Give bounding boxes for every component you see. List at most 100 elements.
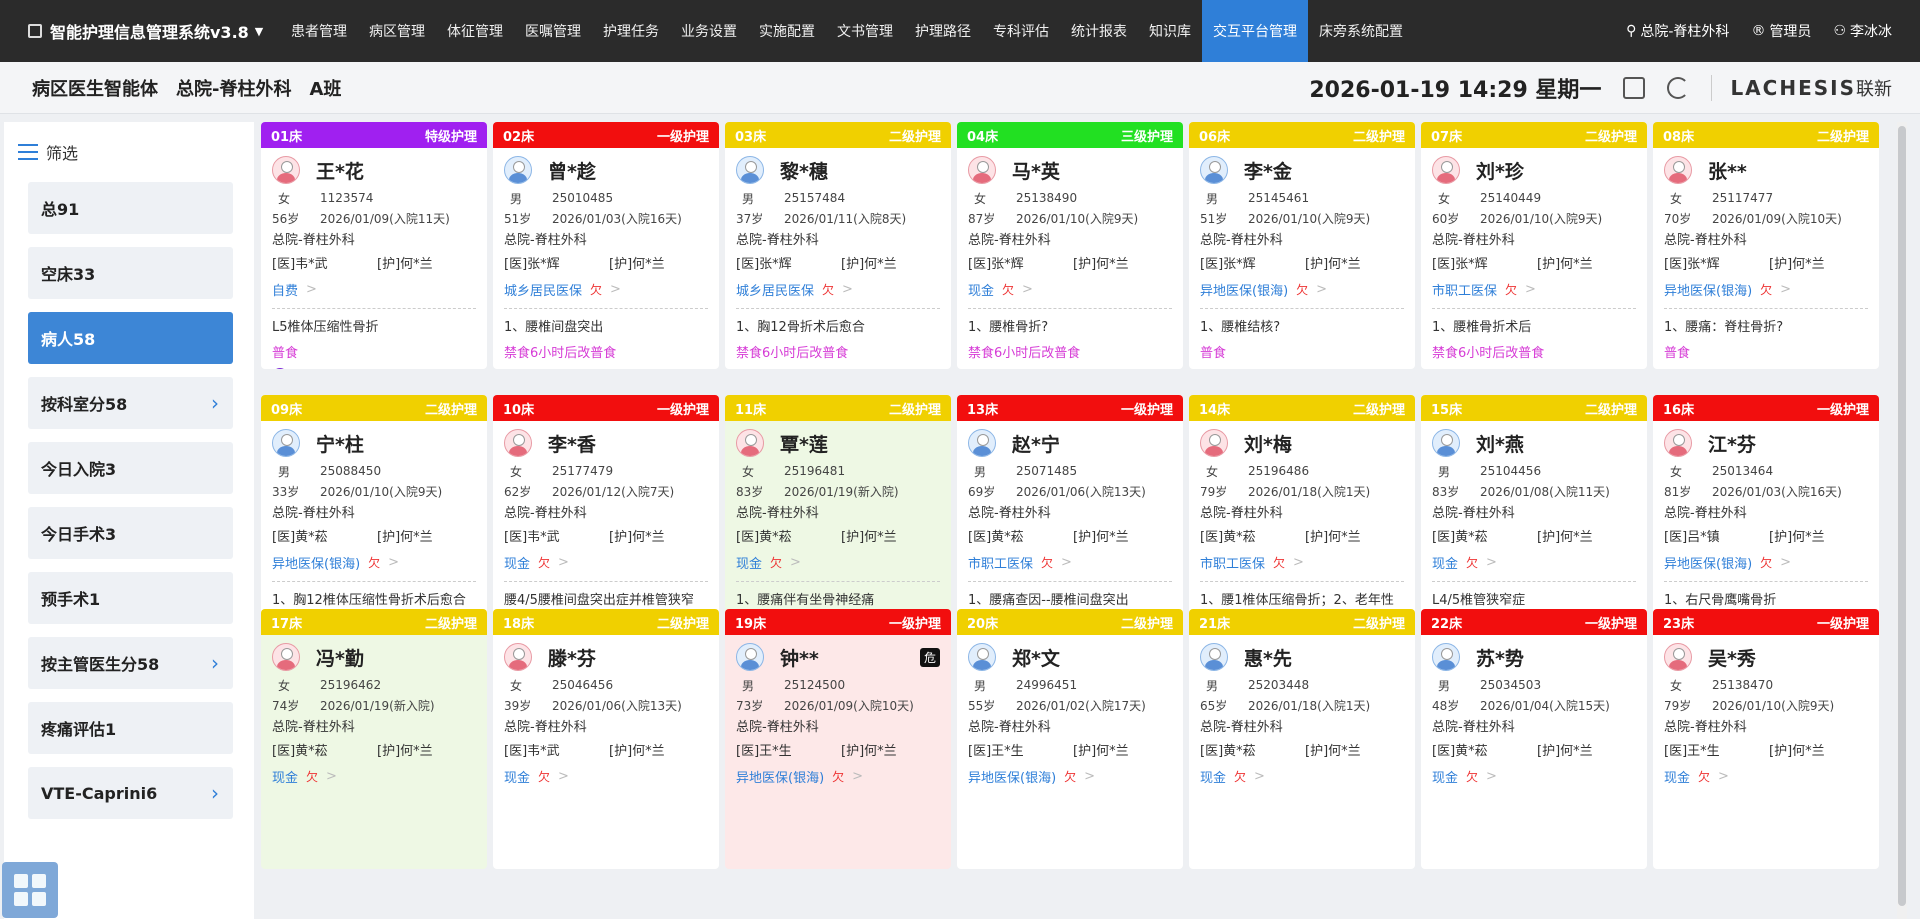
menu-item[interactable]: 床旁系统配置 [1308,0,1414,62]
sidebar-filter-item[interactable]: 今日手术3 [28,507,233,559]
user-menu[interactable]: ⚇ 李冰冰 [1833,21,1892,41]
scrollbar[interactable] [1897,122,1907,919]
bed-card[interactable]: 20床 二级护理 郑*文男 24996451 55岁 2026/01/02(入院17天) 总… [957,609,1183,869]
app-switcher[interactable]: 智能护理信息管理系统v3.8 ▼ [0,19,280,43]
menu-item[interactable]: 业务设置 [670,0,748,62]
insurance-type[interactable]: 自费 > [272,276,476,302]
sidebar-filter-item[interactable]: 总91 [28,182,233,234]
menu-item[interactable]: 体征管理 [436,0,514,62]
sidebar-filter-item[interactable]: 按主管医生分58 › [28,637,233,689]
menu-item[interactable]: 病区管理 [358,0,436,62]
insurance-type[interactable]: 异地医保(银海) 欠 > [1200,276,1404,302]
settings-icon[interactable] [1623,76,1646,99]
menu-item[interactable]: 患者管理 [280,0,358,62]
bed-card[interactable]: 07床 二级护理 刘*珍女 25140449 60岁 2026/01/10(入院9天) 总院… [1421,122,1647,369]
insurance-type[interactable]: 市职工医保欠 > [1200,549,1404,575]
patient-name: 覃*莲 [780,433,828,456]
bed-card[interactable]: 08床 二级护理 张** 女 25117477 70岁 2026/01/09(入院10天) 总… [1653,122,1879,369]
scrollbar-thumb[interactable] [1898,126,1906,906]
insurance-type[interactable]: 现金欠 > [504,763,708,789]
sidebar-filter-item[interactable]: 疼痛评估1 [28,702,233,754]
responsible-nurse: [护]何*兰 [1537,744,1593,759]
bed-card[interactable]: 06床 二级护理 李*金男 25145461 51岁 2026/01/10(入院9天) 总院… [1189,122,1415,369]
insurance-type[interactable]: 异地医保(银海) 欠 > [1664,549,1868,575]
bed-number: 19床 [735,616,767,632]
insurance-type[interactable]: 现金欠 > [272,763,476,789]
bed-card[interactable]: 19床 一级护理 钟** 危男 25124500 73岁 2026/01/09(入院10天)… [725,609,951,869]
menu-item[interactable]: 知识库 [1138,0,1202,62]
admit-date: 2026/01/19(新入院) [784,484,899,499]
sidebar-filter-item[interactable]: 病人58 [28,312,233,364]
responsible-nurse: [护]何*兰 [1769,530,1825,545]
avatar [1664,643,1692,671]
insurance-type[interactable]: 市职工医保欠 > [1432,276,1636,302]
divider [272,581,476,582]
divider [504,581,708,582]
menu-item[interactable]: 专科评估 [982,0,1060,62]
bed-card[interactable]: 16床 一级护理 江*芬女 25013464 81岁 2026/01/03(入院16天) 总… [1653,395,1879,622]
role-selector[interactable]: ® 管理员 [1751,21,1811,41]
insurance-type[interactable]: 异地医保(银海) 欠 > [968,763,1172,789]
insurance-type[interactable]: 市职工医保欠 > [968,549,1172,575]
bed-card[interactable]: 02床 一级护理 曾*趁男 25010485 51岁 2026/01/03(入院16天) 总… [493,122,719,369]
sidebar-filter-item[interactable]: 预手术1 [28,572,233,624]
bed-card[interactable]: 03床 二级护理 黎*穗男 25157484 37岁 2026/01/11(入院8天) 总院… [725,122,951,369]
attending-doctor: [医]黄*菘 [272,530,328,545]
bed-card[interactable]: 01床 特级护理 王*花女 1123574 56岁 2026/01/09(入院11天) 总院… [261,122,487,369]
menu-item[interactable]: 交互平台管理 [1202,0,1308,62]
bed-card[interactable]: 18床 二级护理 滕*芬女 25046456 39岁 2026/01/06(入院13天) 总… [493,609,719,869]
insurance-type[interactable]: 现金欠 > [1432,763,1636,789]
sidebar-filter-item[interactable]: 今日入院3 [28,442,233,494]
dept-title: 总院-脊柱外科 [176,78,292,100]
sidebar-filter-item[interactable]: 空床33 [28,247,233,299]
nursing-level: 二级护理 [656,616,709,632]
patient-name: 赵*宁 [1012,433,1060,456]
insurance-type[interactable]: 城乡居民医保欠 > [504,276,708,302]
menu-item[interactable]: 文书管理 [826,0,904,62]
bed-card[interactable]: 11床 二级护理 覃*莲女 25196481 83岁 2026/01/19(新入院) 总院-… [725,395,951,622]
menu-item[interactable]: 实施配置 [748,0,826,62]
bed-card[interactable]: 15床 二级护理 刘*燕男 25104456 83岁 2026/01/08(入院11天) 总… [1421,395,1647,622]
patient-name-row: 张** [1664,152,1868,188]
sidebar-filter-item[interactable]: 按科室分58 › [28,377,233,429]
bed-card[interactable]: 22床 一级护理 苏*势男 25034503 48岁 2026/01/04(入院15天) 总… [1421,609,1647,869]
menu-item[interactable]: 医嘱管理 [514,0,592,62]
nursing-level: 二级护理 [1816,129,1869,145]
insurance-type[interactable]: 异地医保(银海) 欠 > [272,549,476,575]
ward-selector[interactable]: ⚲ 总院-脊柱外科 [1626,21,1729,41]
insurance-type[interactable]: 现金欠 > [504,549,708,575]
menu-item[interactable]: 护理任务 [592,0,670,62]
brand-name: LACHESIS [1730,75,1856,100]
menu-item[interactable]: 护理路径 [904,0,982,62]
insurance-type[interactable]: 现金欠 > [1200,763,1404,789]
bed-card[interactable]: 04床 三级护理 马*英女 25138490 87岁 2026/01/10(入院9天) 总院… [957,122,1183,369]
bed-card[interactable]: 23床 一级护理 吴*秀女 25138470 79岁 2026/01/10(入院9天) 总院… [1653,609,1879,869]
patient-gender: 女 [278,678,291,693]
patient-age: 56岁 [272,211,300,226]
bed-card[interactable]: 09床 二级护理 宁*柱男 25088450 33岁 2026/01/10(入院9天) 总院… [261,395,487,622]
refresh-icon[interactable] [1667,76,1690,99]
bed-card[interactable]: 10床 一级护理 李*香女 25177479 62岁 2026/01/12(入院7天) 总院… [493,395,719,622]
chevron-right-icon: > [1780,554,1792,570]
menu-item[interactable]: 统计报表 [1060,0,1138,62]
bed-card[interactable]: 21床 二级护理 惠*先男 25203448 65岁 2026/01/18(入院1天) 总院… [1189,609,1415,869]
sidebar-filter-label: 按科室分58 [41,395,128,414]
insurance-type[interactable]: 现金欠 > [1664,763,1868,789]
responsible-nurse: [护]何*兰 [841,530,897,545]
bed-card-header: 03床 二级护理 [725,122,951,148]
insurance-type[interactable]: 异地医保(银海) 欠 > [736,763,940,789]
insurance-type[interactable]: 异地医保(银海) 欠 > [1664,276,1868,302]
patient-name: 张** [1708,160,1747,183]
insurance-type[interactable]: 现金欠 > [1432,549,1636,575]
patient-gender: 男 [1206,191,1219,206]
apps-grid-button[interactable] [2,862,58,918]
insurance-type[interactable]: 现金欠 > [736,549,940,575]
bed-card[interactable]: 13床 一级护理 赵*宁男 25071485 69岁 2026/01/06(入院13天) 总… [957,395,1183,622]
bed-card[interactable]: 14床 二级护理 刘*梅女 25196486 79岁 2026/01/18(入院1天) 总院… [1189,395,1415,622]
insurance-type[interactable]: 现金欠 > [968,276,1172,302]
bed-card[interactable]: 17床 二级护理 冯*勤女 25196462 74岁 2026/01/19(新入院) 总院-… [261,609,487,869]
sidebar-filter-item[interactable]: VTE-Caprini6 › [28,767,233,819]
filter-toggle[interactable]: 筛选 [4,122,254,182]
insurance-type[interactable]: 城乡居民医保欠 > [736,276,940,302]
responsible-nurse: [护]何*兰 [1769,744,1825,759]
